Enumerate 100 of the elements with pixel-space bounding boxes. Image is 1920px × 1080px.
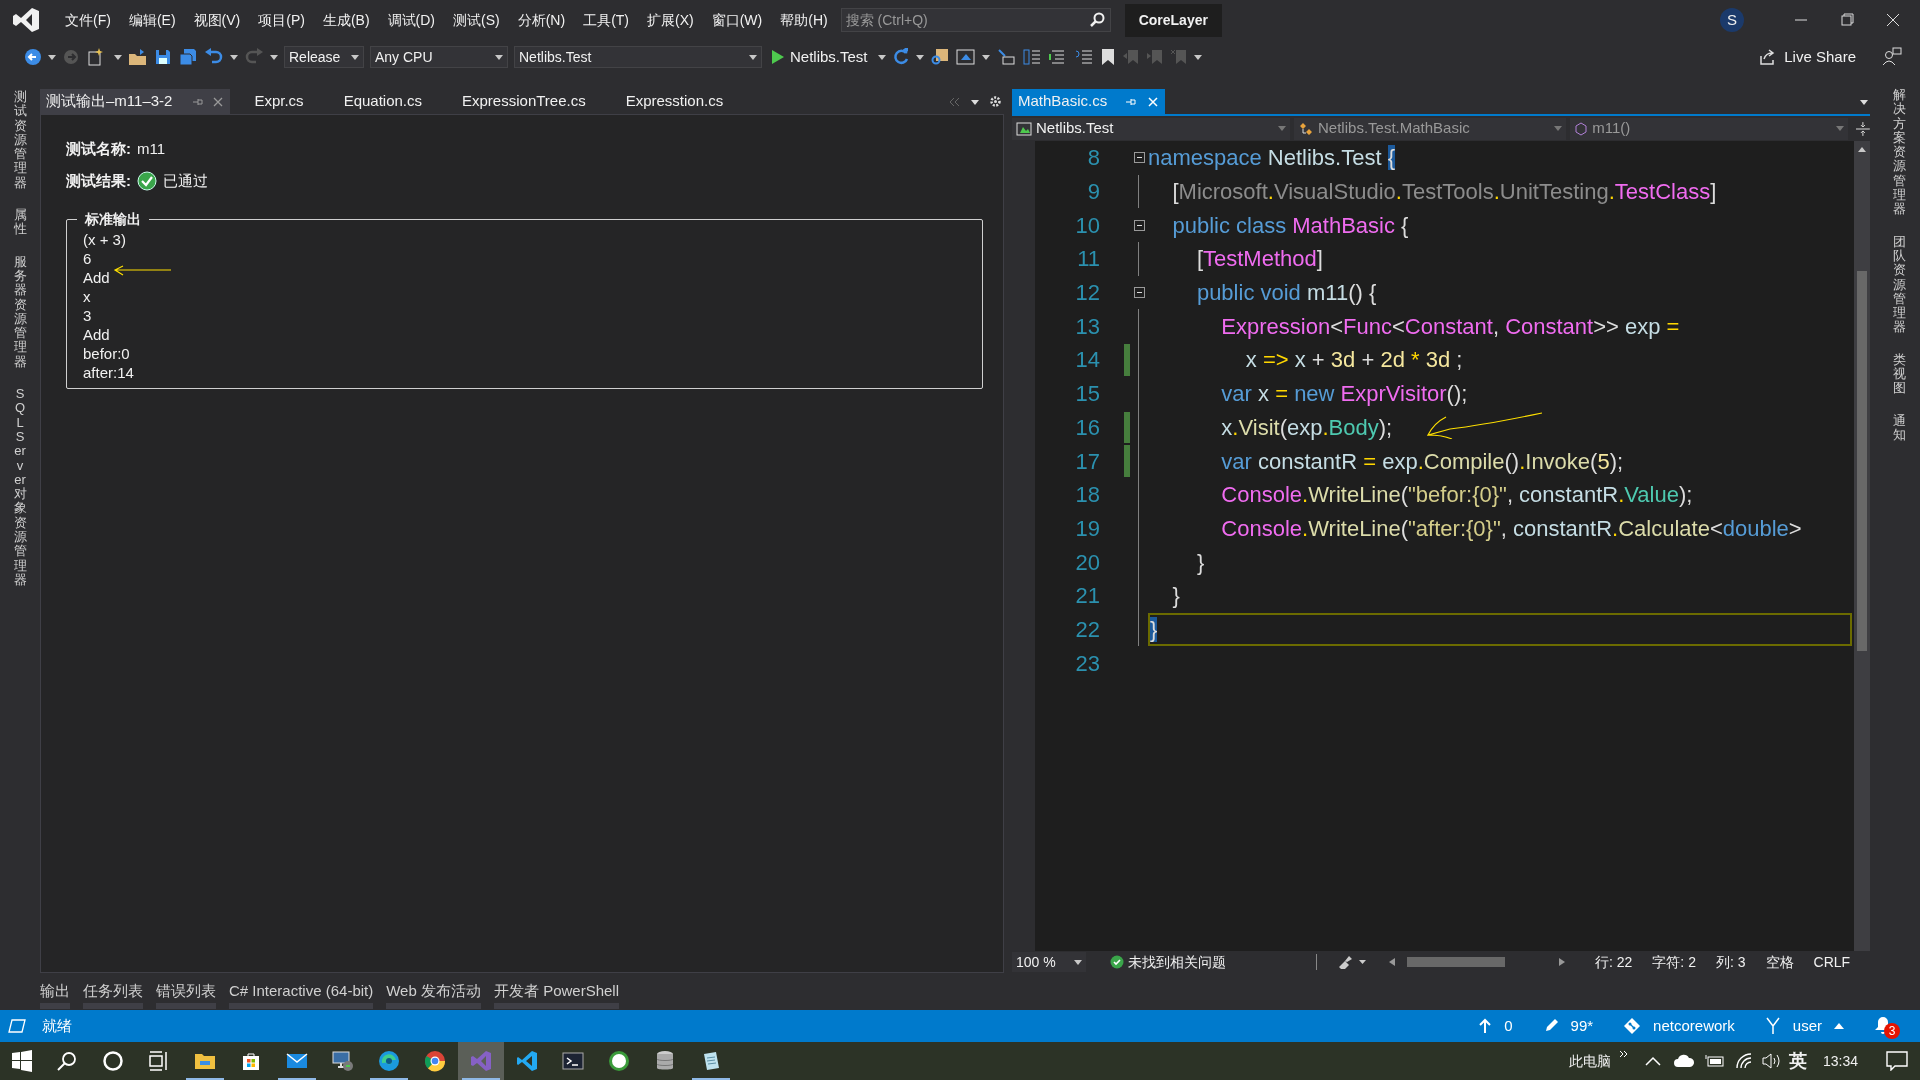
tool-window-tab[interactable]: SQL Server 对象资源管理器: [13, 387, 27, 588]
start-button[interactable]: Netlibs.Test: [768, 45, 872, 69]
zoom-dropdown[interactable]: 100 %: [1012, 952, 1086, 972]
document-tab[interactable]: Expr.cs: [234, 89, 324, 114]
menu-item[interactable]: 编辑(E): [119, 5, 185, 35]
save-all-icon[interactable]: [178, 48, 198, 66]
dropdown-caret-icon[interactable]: [48, 54, 56, 60]
status-text[interactable]: 空格: [1765, 951, 1794, 973]
app-logo-icon[interactable]: [12, 6, 40, 34]
menu-item[interactable]: 视图(V): [184, 5, 250, 35]
navigation-dropdown[interactable]: Netlibs.Test: [1012, 117, 1291, 140]
refresh-icon[interactable]: [891, 48, 910, 66]
menu-item[interactable]: 扩展(X): [638, 5, 703, 35]
dropdown-caret-icon[interactable]: [981, 54, 990, 60]
menu-item[interactable]: 分析(N): [508, 5, 575, 35]
status-text[interactable]: 行: 22: [1595, 951, 1633, 973]
document-tab[interactable]: Expresstion.cs: [605, 89, 744, 114]
menu-item[interactable]: 帮助(H): [771, 5, 837, 35]
document-tab[interactable]: ExpressionTree.cs: [442, 89, 606, 114]
scroll-right-icon[interactable]: [1559, 958, 1565, 966]
dropdown-caret-icon[interactable]: [749, 54, 757, 60]
volume-icon[interactable]: [1760, 1052, 1781, 1070]
document-tab[interactable]: 测试输出–m11–3-2: [40, 89, 231, 114]
search-icon[interactable]: [1088, 12, 1105, 28]
undo-icon[interactable]: [204, 48, 224, 66]
menu-item[interactable]: 工具(T): [574, 5, 638, 35]
comment-icon[interactable]: [1073, 48, 1094, 66]
back-icon[interactable]: [24, 48, 42, 66]
dropdown-caret-icon[interactable]: [114, 54, 122, 60]
tool-window-tab[interactable]: 类视图: [1892, 352, 1906, 396]
battery-icon[interactable]: [1704, 1054, 1725, 1068]
split-icon[interactable]: [1856, 121, 1870, 136]
startup-project-dropdown[interactable]: Netlibs.Test: [514, 46, 762, 68]
menu-item[interactable]: 调试(D): [378, 5, 444, 35]
cloud-icon[interactable]: [1672, 1054, 1695, 1068]
dropdown-caret-icon[interactable]: [877, 54, 886, 60]
scrollbar-thumb[interactable]: [1407, 957, 1505, 967]
action-center-icon[interactable]: [1886, 1051, 1908, 1071]
settings-icon[interactable]: [989, 95, 1002, 108]
menu-item[interactable]: 生成(B): [313, 5, 379, 35]
dropdown-caret-icon[interactable]: [495, 54, 503, 60]
changes-status[interactable]: 99*: [1542, 1014, 1594, 1038]
bookmark-icon[interactable]: [1099, 48, 1116, 66]
collapse-icon[interactable]: [1133, 219, 1145, 231]
find-in-files-icon[interactable]: [929, 48, 950, 66]
scroll-tabs-icon[interactable]: [947, 96, 961, 108]
tool-window-tab[interactable]: 通知: [1892, 413, 1906, 443]
tool-window-tab[interactable]: 服务器资源管理器: [13, 254, 27, 370]
horizontal-scrollbar[interactable]: [1389, 957, 1565, 967]
dropdown-caret-icon[interactable]: [270, 54, 278, 60]
dropdown-caret-icon[interactable]: [1193, 54, 1202, 60]
input-method-indicator[interactable]: 英: [1788, 1047, 1807, 1075]
search-field[interactable]: 搜索 (Ctrl+Q): [840, 8, 1111, 32]
save-icon[interactable]: [154, 48, 172, 66]
menu-item[interactable]: 文件(F): [56, 5, 120, 35]
scroll-left-icon[interactable]: [1389, 958, 1395, 966]
menu-item[interactable]: 测试(S): [444, 5, 509, 35]
dropdown-caret-icon[interactable]: [351, 54, 359, 60]
feedback-icon[interactable]: [1882, 47, 1902, 67]
scroll-up-icon[interactable]: [1858, 147, 1866, 152]
chevrons-icon[interactable]: [1618, 1050, 1629, 1060]
start-icon[interactable]: [11, 1050, 33, 1072]
tab-list-caret-icon[interactable]: [1860, 100, 1868, 105]
window-icon[interactable]: [955, 48, 976, 66]
toolbar-label[interactable]: 此电脑: [1568, 1050, 1611, 1072]
status-text[interactable]: 列: 3: [1715, 951, 1746, 973]
live-share-button[interactable]: Live Share: [1758, 45, 1856, 69]
cursor-icon[interactable]: [995, 48, 1016, 66]
vertical-scrollbar[interactable]: [1854, 141, 1870, 951]
code-cleanup-icon[interactable]: [1337, 955, 1367, 969]
collapse-icon[interactable]: [1133, 287, 1145, 299]
close-icon[interactable]: [1147, 95, 1160, 108]
platform-dropdown[interactable]: Any CPU: [370, 46, 508, 68]
status-text[interactable]: 字符: 2: [1652, 951, 1696, 973]
push-status[interactable]: 0: [1478, 1014, 1513, 1038]
show-hidden-icons-icon[interactable]: [1644, 1056, 1661, 1066]
navigation-dropdown[interactable]: m11(): [1570, 117, 1849, 140]
status-text[interactable]: CRLF: [1813, 951, 1851, 973]
output-window-icon[interactable]: [8, 1019, 26, 1033]
task-view-icon[interactable]: [148, 1050, 170, 1072]
clock[interactable]: 13:34: [1822, 1050, 1858, 1072]
tool-window-tab[interactable]: 团队资源管理器: [1892, 234, 1906, 335]
account-avatar[interactable]: S: [1720, 8, 1744, 32]
search-icon[interactable]: [56, 1050, 78, 1072]
tool-window-tab[interactable]: 解决方案资源管理器: [1892, 88, 1906, 217]
document-tab[interactable]: Equation.cs: [323, 89, 442, 114]
tab-list-caret-icon[interactable]: [971, 100, 979, 105]
menu-item[interactable]: 窗口(W): [702, 5, 772, 35]
menu-item[interactable]: 项目(P): [249, 5, 314, 35]
columns-icon[interactable]: [1021, 48, 1042, 66]
collapse-icon[interactable]: [1133, 152, 1145, 164]
tool-window-tab[interactable]: 测试资源管理器: [13, 90, 27, 191]
scrollbar-thumb[interactable]: [1857, 271, 1867, 651]
repository-status[interactable]: netcorework: [1623, 1014, 1735, 1038]
dropdown-caret-icon[interactable]: [915, 54, 924, 60]
folder-icon[interactable]: [128, 48, 148, 66]
branch-status[interactable]: user: [1764, 1014, 1844, 1038]
dropdown-caret-icon[interactable]: [230, 54, 238, 60]
tool-window-tab[interactable]: 属性: [13, 208, 27, 237]
issues-status[interactable]: 未找到相关问题: [1128, 951, 1226, 973]
